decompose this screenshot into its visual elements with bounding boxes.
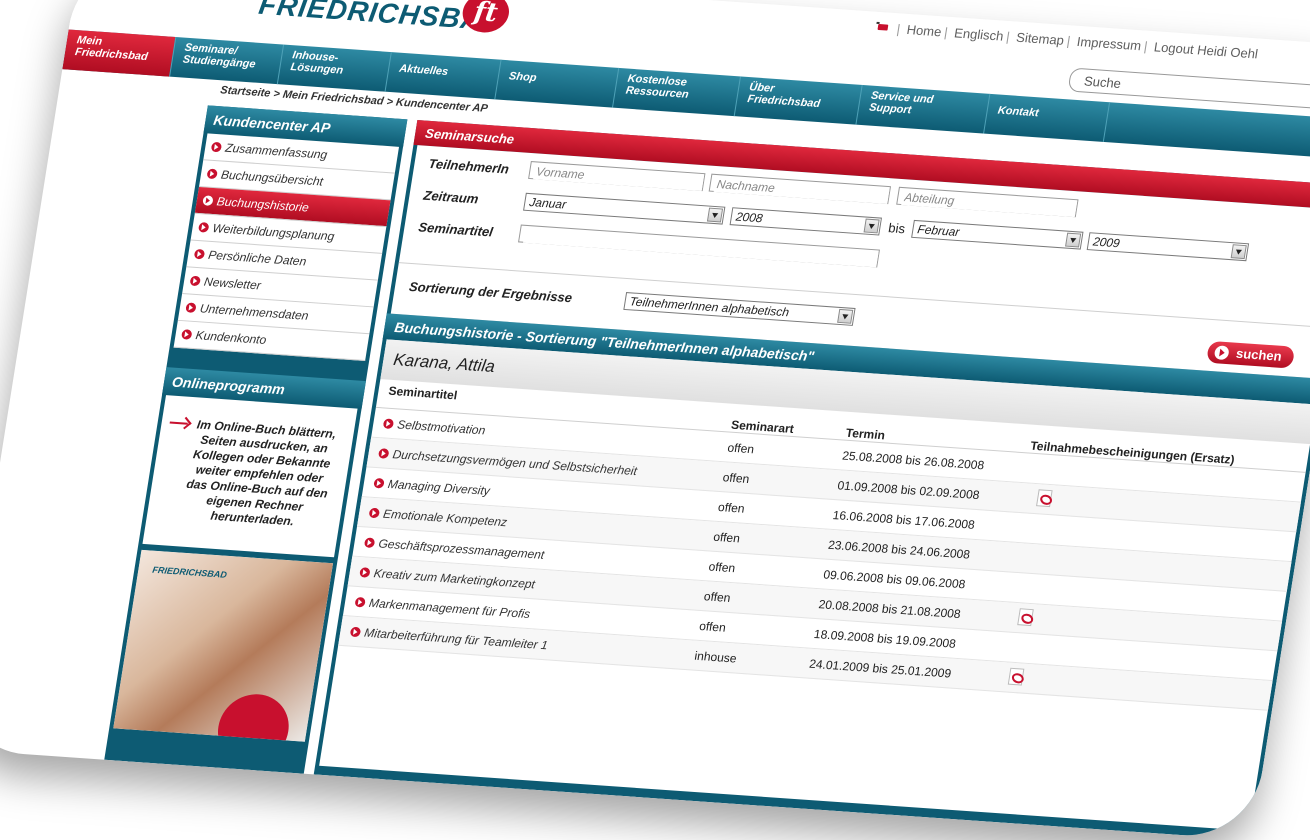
from-month-select[interactable]: Januar [523,192,726,225]
bullet-arrow-icon [354,596,366,608]
pdf-icon[interactable] [1036,489,1053,508]
online-program-text: Im Online-Buch blättern, Seiten ausdruck… [185,417,338,529]
seminar-title-link[interactable]: Mitarbeiterführung für Teamleiter 1 [349,625,549,652]
search-button[interactable]: suchen [1206,340,1296,369]
dropdown-arrow-icon[interactable] [1065,232,1082,248]
last-name-input[interactable] [713,176,890,205]
bullet-arrow-icon [377,448,390,459]
link-impressum[interactable]: Impressum [1076,34,1142,53]
nav-mein-friedrichsbad[interactable]: Mein Friedrichsbad [62,29,177,77]
seminar-title-link[interactable]: Emotionale Kompetenz [368,506,508,529]
bullet-arrow-icon [368,507,381,519]
period-label: Zeitraum [422,187,480,207]
nav-service[interactable]: Service und Support [856,85,991,134]
seminar-title-link[interactable]: Geschäftsprozessmanagement [363,535,545,562]
dropdown-arrow-icon[interactable] [863,218,880,234]
bullet-arrow-icon [180,329,193,340]
link-sitemap[interactable]: Sitemap [1015,30,1065,48]
dropdown-arrow-icon[interactable] [837,308,854,324]
bullet-arrow-icon [349,626,362,638]
nav-shop[interactable]: Shop [495,59,620,108]
from-year-select[interactable]: 2008 [729,207,883,236]
seminar-title-label: Seminartitel [417,219,495,240]
nav-kontakt[interactable]: Kontakt [984,93,1111,142]
nav-seminare[interactable]: Seminare/ Studiengänge [170,37,285,85]
page-frame: FRIEDRICHSBAD ft | Home| Englisch| Sitem… [0,0,1310,840]
dropdown-arrow-icon[interactable] [706,207,724,223]
dropdown-arrow-icon[interactable] [1230,244,1247,260]
to-year-select[interactable]: 2009 [1086,232,1250,262]
participant-label: TeilnehmerIn [427,155,511,177]
seminar-type: offen [698,618,727,635]
top-links: | Home| Englisch| Sitemap| Impressum| Lo… [875,20,1259,61]
department-input[interactable] [901,189,1078,218]
bullet-arrow-icon [193,248,206,260]
seminar-title-link[interactable]: Managing Diversity [373,476,491,498]
nav-inhouse[interactable]: Inhouse- Lösungen [277,44,392,92]
bullet-arrow-icon [373,477,385,489]
site-search-input[interactable] [1080,72,1288,104]
link-english[interactable]: Englisch [953,25,1004,43]
seminar-type: offen [707,559,737,576]
bullet-arrow-icon [359,567,371,578]
seminar-dates: 01.09.2008 bis 02.09.2008 [836,478,981,503]
bullet-arrow-icon [185,302,197,314]
first-name-field [528,161,706,192]
seminar-dates: 18.09.2008 bis 19.09.2008 [812,627,957,651]
seminar-type: offen [702,589,732,605]
seminar-type: inhouse [693,648,738,666]
bullet-arrow-icon [189,275,201,287]
seminar-title-link[interactable]: Markenmanagement für Profis [354,595,531,621]
booking-history-table: Karana, Attila Seminartitel Seminarart T… [319,339,1310,831]
seminar-dates: 20.08.2008 bis 21.08.2008 [817,597,962,622]
promo-image[interactable]: FRIEDRICHSBAD [113,549,334,742]
seminar-type: offen [726,440,756,457]
seminar-dates: 25.08.2008 bis 26.08.2008 [841,448,986,473]
arrow-right-icon [169,421,188,425]
seminar-title-link[interactable]: Kreativ zum Marketingkonzept [359,565,536,591]
sort-select[interactable]: TeilnehmerInnen alphabetisch [623,292,856,326]
first-name-input[interactable] [533,163,705,192]
seminar-dates: 16.06.2008 bis 17.06.2008 [831,508,976,532]
seminar-type: offen [712,529,741,546]
bullet-arrow-icon [363,537,376,549]
pdf-icon[interactable] [1017,608,1034,627]
online-program-box[interactable]: Im Online-Buch blättern, Seiten ausdruck… [142,395,358,558]
bullet-arrow-icon [382,418,395,430]
bullet-arrow-icon [210,141,223,153]
to-month-select[interactable]: Februar [911,219,1084,250]
seminar-type: offen [717,500,746,516]
seminar-dates: 24.01.2009 bis 25.01.2009 [808,656,953,681]
main-content: Seminarsuche TeilnehmerIn Zeitraum Janua… [313,120,1310,840]
nav-kostenlose-ressourcen[interactable]: Kostenlose Ressourcen [612,67,741,117]
cart-icon[interactable] [875,22,891,34]
nav-aktuelles[interactable]: Aktuelles [385,52,502,100]
col-termin: Termin [844,425,887,443]
seminar-type: offen [721,470,751,487]
sort-label: Sortierung der Ergebnisse [408,278,574,306]
bullet-arrow-icon [197,222,210,233]
seminar-title-input[interactable] [523,226,879,268]
last-name-field [708,173,892,205]
pdf-icon[interactable] [1007,667,1025,686]
nav-ueber[interactable]: Über Friedrichsbad [734,76,863,125]
seminar-dates: 23.06.2008 bis 24.06.2008 [827,537,972,562]
sidebar-list: Zusammenfassung Buchungsübersicht Buchun… [173,133,400,361]
seminar-title-link[interactable]: Selbstmotivation [382,416,486,437]
col-seminartitel: Seminartitel [387,383,459,403]
link-home[interactable]: Home [906,22,943,39]
bullet-arrow-icon [202,195,214,206]
link-logout[interactable]: Logout Heidi Oehl [1153,39,1259,61]
go-arrow-icon [1214,345,1231,361]
department-field [896,186,1079,218]
seminar-dates: 09.06.2008 bis 09.06.2008 [822,567,967,592]
to-label: bis [887,220,907,237]
bullet-arrow-icon [206,168,218,180]
